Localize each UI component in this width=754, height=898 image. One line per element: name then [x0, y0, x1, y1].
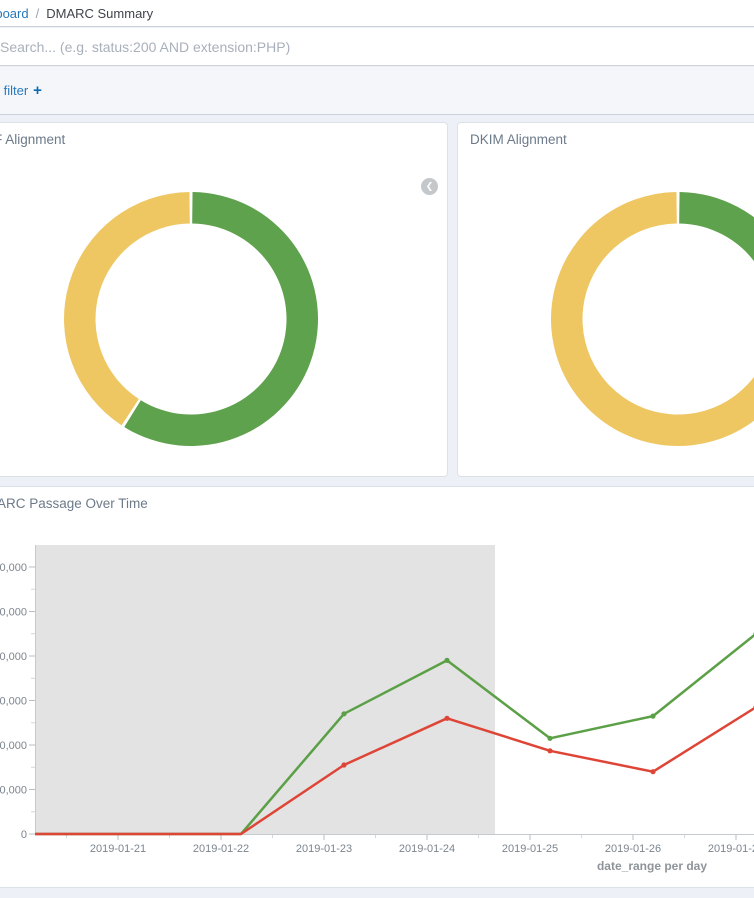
spf-donut-chart[interactable]: [61, 189, 321, 449]
svg-text:2019-01-21: 2019-01-21: [90, 843, 146, 855]
panel-title-spf: SPF Alignment: [0, 132, 65, 147]
add-filter-link[interactable]: Add a filter +: [0, 83, 42, 98]
svg-text:2019-01-24: 2019-01-24: [399, 843, 455, 855]
page: Dashboard / DMARC Summary Add a filter +…: [0, 0, 754, 898]
svg-text:0: 0: [21, 829, 27, 841]
panel-title-passage: DMARC Passage Over Time: [0, 496, 148, 511]
svg-text:2019-01-23: 2019-01-23: [296, 843, 352, 855]
collapse-panel-button[interactable]: ❮: [421, 178, 438, 195]
plus-icon: +: [33, 83, 42, 98]
dmarc-passage-line-chart[interactable]: 0 10,000 20,000 30,000 40,000 50,000 60,000 201…: [0, 540, 754, 885]
viewport: Dashboard / DMARC Summary Add a filter +…: [0, 0, 754, 898]
breadcrumb-bar: Dashboard / DMARC Summary: [0, 0, 754, 27]
svg-text:date_range per day: date_range per day: [597, 859, 707, 873]
svg-text:2019-01-25: 2019-01-25: [502, 843, 558, 855]
breadcrumb-separator: /: [36, 6, 40, 21]
search-bar: [0, 28, 754, 66]
svg-text:30,000: 30,000: [0, 696, 27, 708]
breadcrumb-link-dashboard[interactable]: Dashboard: [0, 6, 29, 21]
add-filter-label: Add a filter: [0, 83, 28, 98]
svg-text:50,000: 50,000: [0, 607, 27, 619]
svg-text:2019-01-22: 2019-01-22: [193, 843, 249, 855]
panel-title-dkim: DKIM Alignment: [470, 132, 567, 147]
svg-text:2019-01-26: 2019-01-26: [605, 843, 661, 855]
breadcrumb-current: DMARC Summary: [46, 6, 153, 21]
svg-text:10,000: 10,000: [0, 785, 27, 797]
svg-text:60,000: 60,000: [0, 562, 27, 574]
svg-text:40,000: 40,000: [0, 651, 27, 663]
filter-bar: Add a filter +: [0, 67, 754, 115]
svg-text:20,000: 20,000: [0, 740, 27, 752]
svg-text:2019-01-27: 2019-01-27: [708, 843, 754, 855]
search-input[interactable]: [0, 28, 754, 65]
chevron-left-icon: ❮: [426, 181, 434, 192]
dkim-donut-chart[interactable]: [548, 189, 754, 449]
